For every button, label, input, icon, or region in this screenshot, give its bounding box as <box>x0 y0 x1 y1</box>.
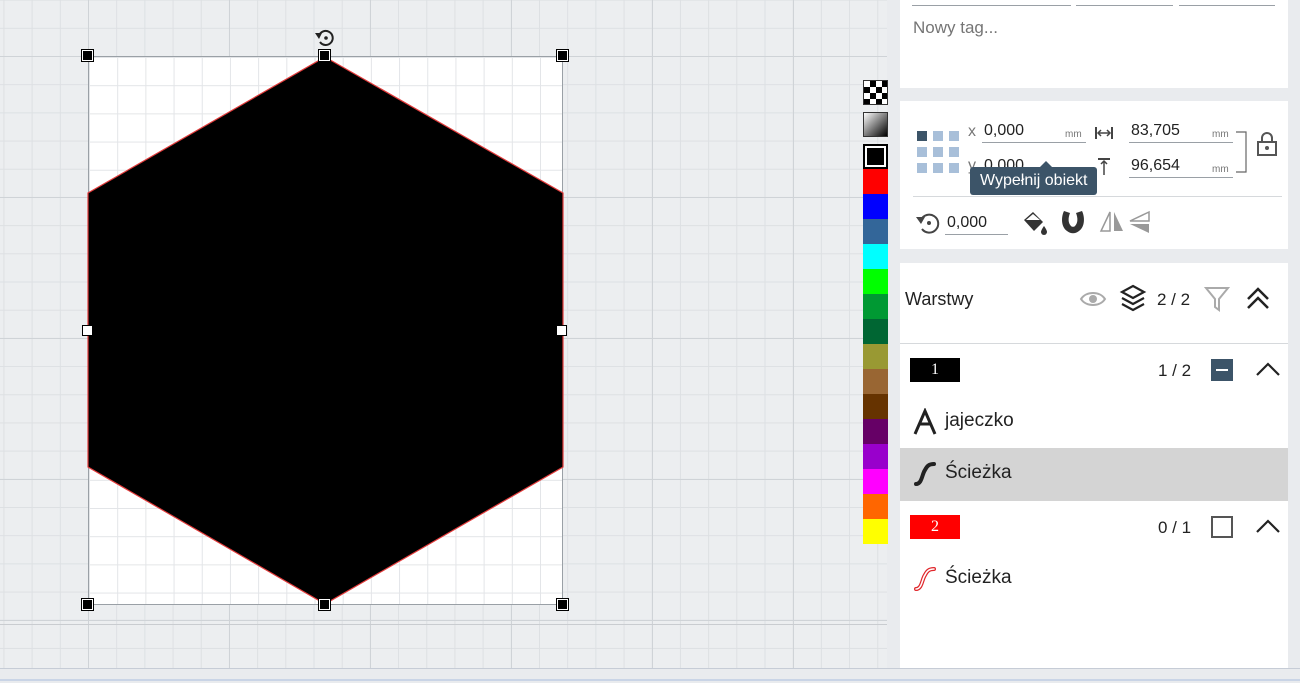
layers-title: Warstwy <box>905 289 974 309</box>
rotate-icon <box>916 213 940 234</box>
aspect-link-bracket <box>1236 131 1247 173</box>
swatch-black-selected[interactable] <box>863 144 888 169</box>
tag-slot-1 <box>912 5 1071 6</box>
palette-swatch-4[interactable] <box>863 244 888 269</box>
color-palette <box>863 80 888 544</box>
layer-2-select-checkbox[interactable] <box>1211 516 1233 538</box>
layer-2-count: 0 / 1 <box>1158 518 1192 537</box>
layer-1-count: 1 / 2 <box>1158 361 1192 380</box>
layer-2-object-row-1[interactable]: Ścieżka <box>900 553 1288 606</box>
swatch-gradient[interactable] <box>863 112 888 137</box>
palette-swatch-12[interactable] <box>863 444 888 469</box>
x-unit: mm <box>1065 129 1082 140</box>
editor-app: x mm y mm mm <box>0 0 1300 683</box>
anchor-bottom[interactable] <box>933 163 943 173</box>
object-label: Ścieżka <box>945 567 1012 588</box>
anchor-right[interactable] <box>949 147 959 157</box>
text-icon <box>913 408 937 435</box>
width-icon <box>1095 127 1113 139</box>
palette-swatch-5[interactable] <box>863 269 888 294</box>
anchor-left[interactable] <box>917 147 927 157</box>
artboard[interactable] <box>88 56 563 605</box>
palette-swatch-1[interactable] <box>863 169 888 194</box>
resize-handle-top-right[interactable] <box>556 49 569 62</box>
height-icon <box>1098 158 1110 175</box>
tag-slot-2 <box>1076 5 1173 6</box>
resize-handle-top-left[interactable] <box>81 49 94 62</box>
resize-handle-right[interactable] <box>556 325 567 336</box>
palette-swatch-13[interactable] <box>863 469 888 494</box>
width-unit: mm <box>1212 129 1229 140</box>
anchor-top-right[interactable] <box>949 131 959 141</box>
palette-swatch-7[interactable] <box>863 319 888 344</box>
anchor-bottom-right[interactable] <box>949 163 959 173</box>
layers-stack-icon[interactable] <box>1119 284 1147 314</box>
flip-horizontal-icon[interactable] <box>1099 209 1125 235</box>
swatch-no-fill[interactable] <box>863 80 888 105</box>
lock-icon[interactable] <box>1256 131 1278 157</box>
path-outline-icon <box>914 567 936 591</box>
layer-2-collapse-chevron-icon[interactable] <box>1254 516 1282 536</box>
height-unit: mm <box>1212 164 1229 175</box>
palette-swatch-3[interactable] <box>863 219 888 244</box>
layers-card: Warstwy 2 / 2 1 1 / 2 jajeczko Ścieżka 2… <box>900 263 1288 668</box>
anchor-center[interactable] <box>933 147 943 157</box>
transform-divider <box>913 196 1282 197</box>
palette-swatch-14[interactable] <box>863 494 888 519</box>
collapse-all-icon[interactable] <box>1244 285 1272 313</box>
layer-1-select-checkbox[interactable] <box>1211 359 1233 381</box>
path-icon <box>914 462 936 486</box>
anchor-top[interactable] <box>933 131 943 141</box>
layer-1-object-row-2[interactable]: Ścieżka <box>900 448 1288 501</box>
tags-card <box>900 0 1288 88</box>
palette-swatch-8[interactable] <box>863 344 888 369</box>
layer-2-badge[interactable]: 2 <box>910 515 960 539</box>
object-label: Ścieżka <box>945 462 1012 483</box>
palette-swatch-10[interactable] <box>863 394 888 419</box>
eye-icon[interactable] <box>1079 289 1107 309</box>
resize-handle-top[interactable] <box>318 49 331 62</box>
fill-bucket-icon[interactable] <box>1020 208 1048 236</box>
resize-handle-bottom-left[interactable] <box>81 598 94 611</box>
layer-1-badge[interactable]: 1 <box>910 358 960 382</box>
resize-handle-bottom-right[interactable] <box>556 598 569 611</box>
palette-color-list <box>863 169 888 544</box>
filter-icon[interactable] <box>1204 285 1230 313</box>
fill-object-tooltip: Wypełnij obiekt <box>970 161 1098 195</box>
canvas-bottom-line <box>0 624 887 625</box>
layer-1-collapse-chevron-icon[interactable] <box>1254 359 1282 379</box>
x-label: x <box>968 123 976 140</box>
palette-swatch-15[interactable] <box>863 519 888 544</box>
resize-handle-left[interactable] <box>82 325 93 336</box>
design-canvas[interactable] <box>0 0 887 668</box>
palette-swatch-9[interactable] <box>863 369 888 394</box>
palette-swatch-2[interactable] <box>863 194 888 219</box>
rotate-handle-icon[interactable] <box>314 27 336 49</box>
anchor-bottom-left[interactable] <box>917 163 927 173</box>
layers-header-divider <box>900 343 1288 344</box>
object-label: jajeczko <box>945 410 1014 431</box>
palette-swatch-6[interactable] <box>863 294 888 319</box>
palette-swatch-11[interactable] <box>863 419 888 444</box>
rotation-field[interactable] <box>945 211 1008 235</box>
anchor-top-left[interactable] <box>917 131 927 141</box>
tag-slot-3 <box>1179 5 1275 6</box>
status-bar <box>0 668 1300 683</box>
new-tag-input[interactable] <box>913 16 1273 40</box>
anchor-point-grid[interactable] <box>917 131 959 173</box>
weld-icon[interactable] <box>1059 207 1087 235</box>
layer-1-object-row-1[interactable]: jajeczko <box>900 396 1288 449</box>
transform-card: x mm y mm mm <box>900 101 1288 249</box>
resize-handle-bottom[interactable] <box>318 598 331 611</box>
properties-panel: x mm y mm mm <box>888 0 1300 668</box>
layers-count: 2 / 2 <box>1157 290 1191 309</box>
flip-vertical-icon[interactable] <box>1127 209 1153 235</box>
